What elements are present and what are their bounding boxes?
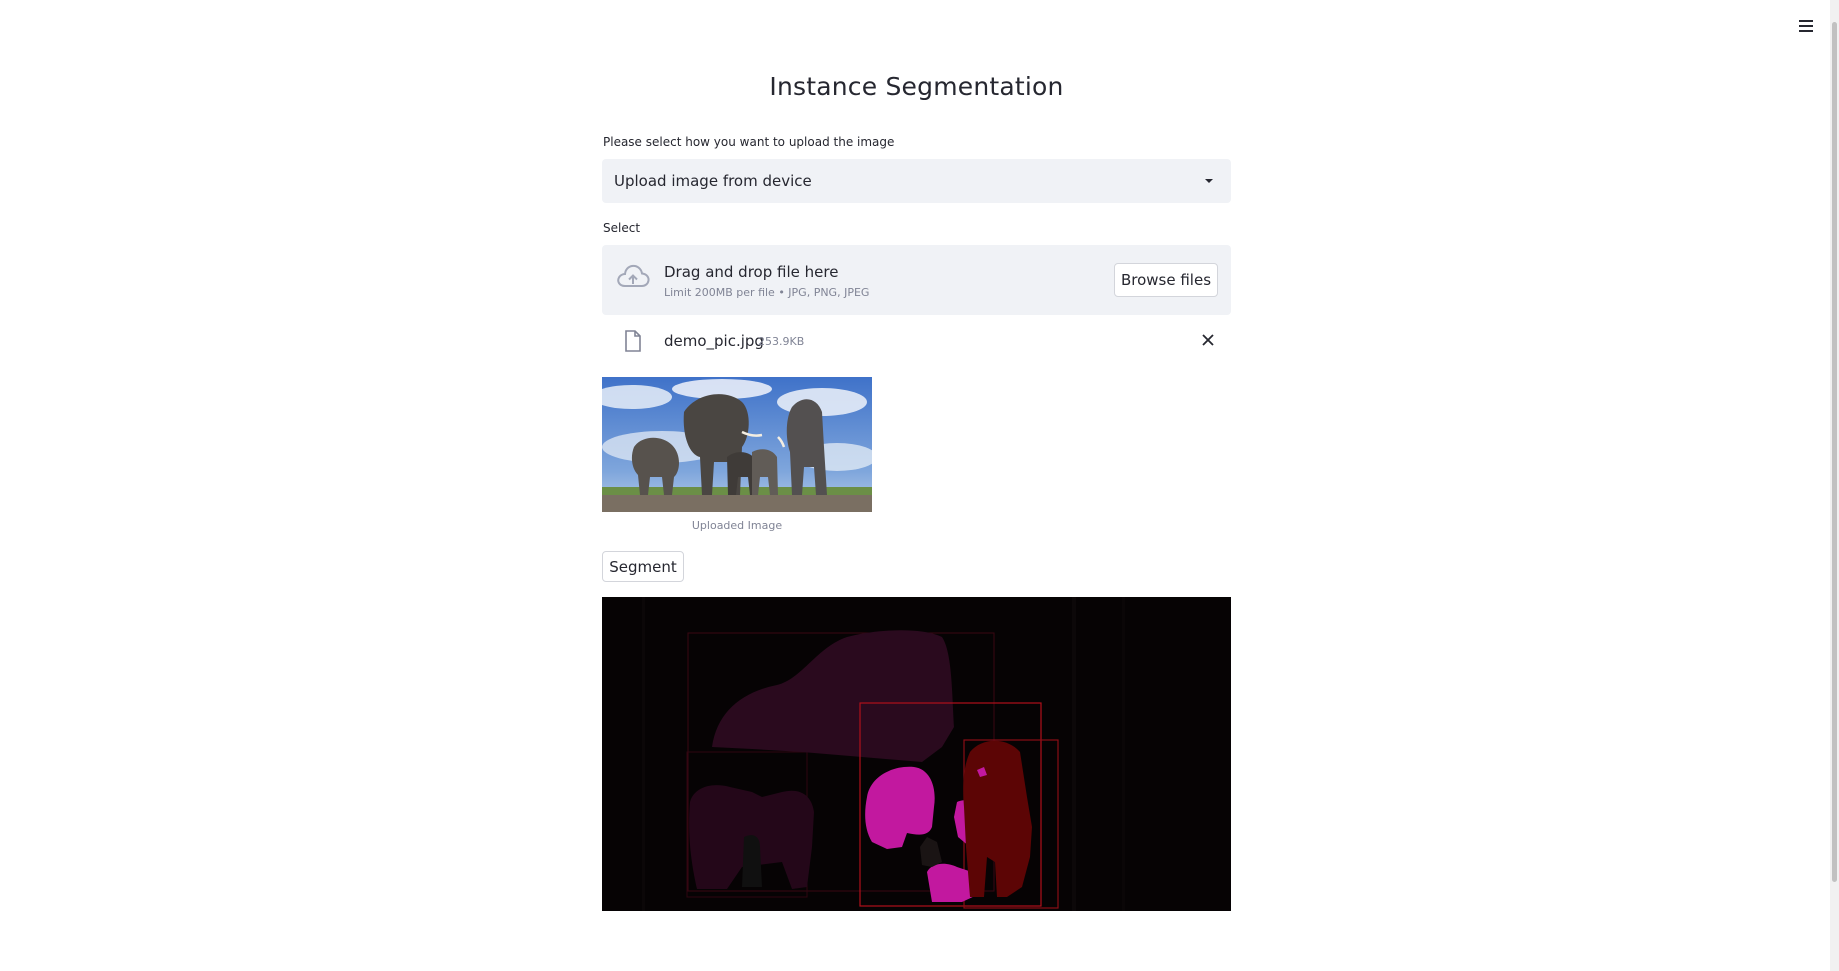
app-root: Instance Segmentation Please select how … xyxy=(0,0,1839,971)
segment-button[interactable]: Segment xyxy=(602,551,684,582)
uploader-label: Select xyxy=(603,221,641,235)
close-icon[interactable] xyxy=(1198,330,1218,350)
file-name: demo_pic.jpg xyxy=(664,332,764,350)
page-title: Instance Segmentation xyxy=(769,72,1064,101)
dropzone-title: Drag and drop file here xyxy=(664,263,839,281)
image-caption: Uploaded Image xyxy=(691,519,783,532)
file-icon xyxy=(624,330,642,356)
uploaded-image-preview xyxy=(602,377,872,512)
chevron-down-icon xyxy=(1205,179,1213,183)
file-size: 253.9KB xyxy=(758,335,805,348)
upload-method-value: Upload image from device xyxy=(614,172,812,190)
file-dropzone[interactable]: Drag and drop file here Limit 200MB per … xyxy=(602,245,1231,315)
dropzone-limits: Limit 200MB per file • JPG, PNG, JPEG xyxy=(664,286,870,299)
uploaded-file-row: demo_pic.jpg 253.9KB xyxy=(602,328,1231,356)
cloud-upload-icon xyxy=(616,263,650,295)
upload-method-label: Please select how you want to upload the… xyxy=(603,135,895,149)
scrollbar[interactable] xyxy=(1830,0,1839,971)
browse-files-button[interactable]: Browse files xyxy=(1114,263,1218,297)
upload-method-select[interactable]: Upload image from device xyxy=(602,159,1231,203)
hamburger-menu-icon[interactable] xyxy=(1794,14,1818,38)
scrollbar-thumb[interactable] xyxy=(1832,22,1837,882)
segmentation-result-image xyxy=(602,597,1231,911)
